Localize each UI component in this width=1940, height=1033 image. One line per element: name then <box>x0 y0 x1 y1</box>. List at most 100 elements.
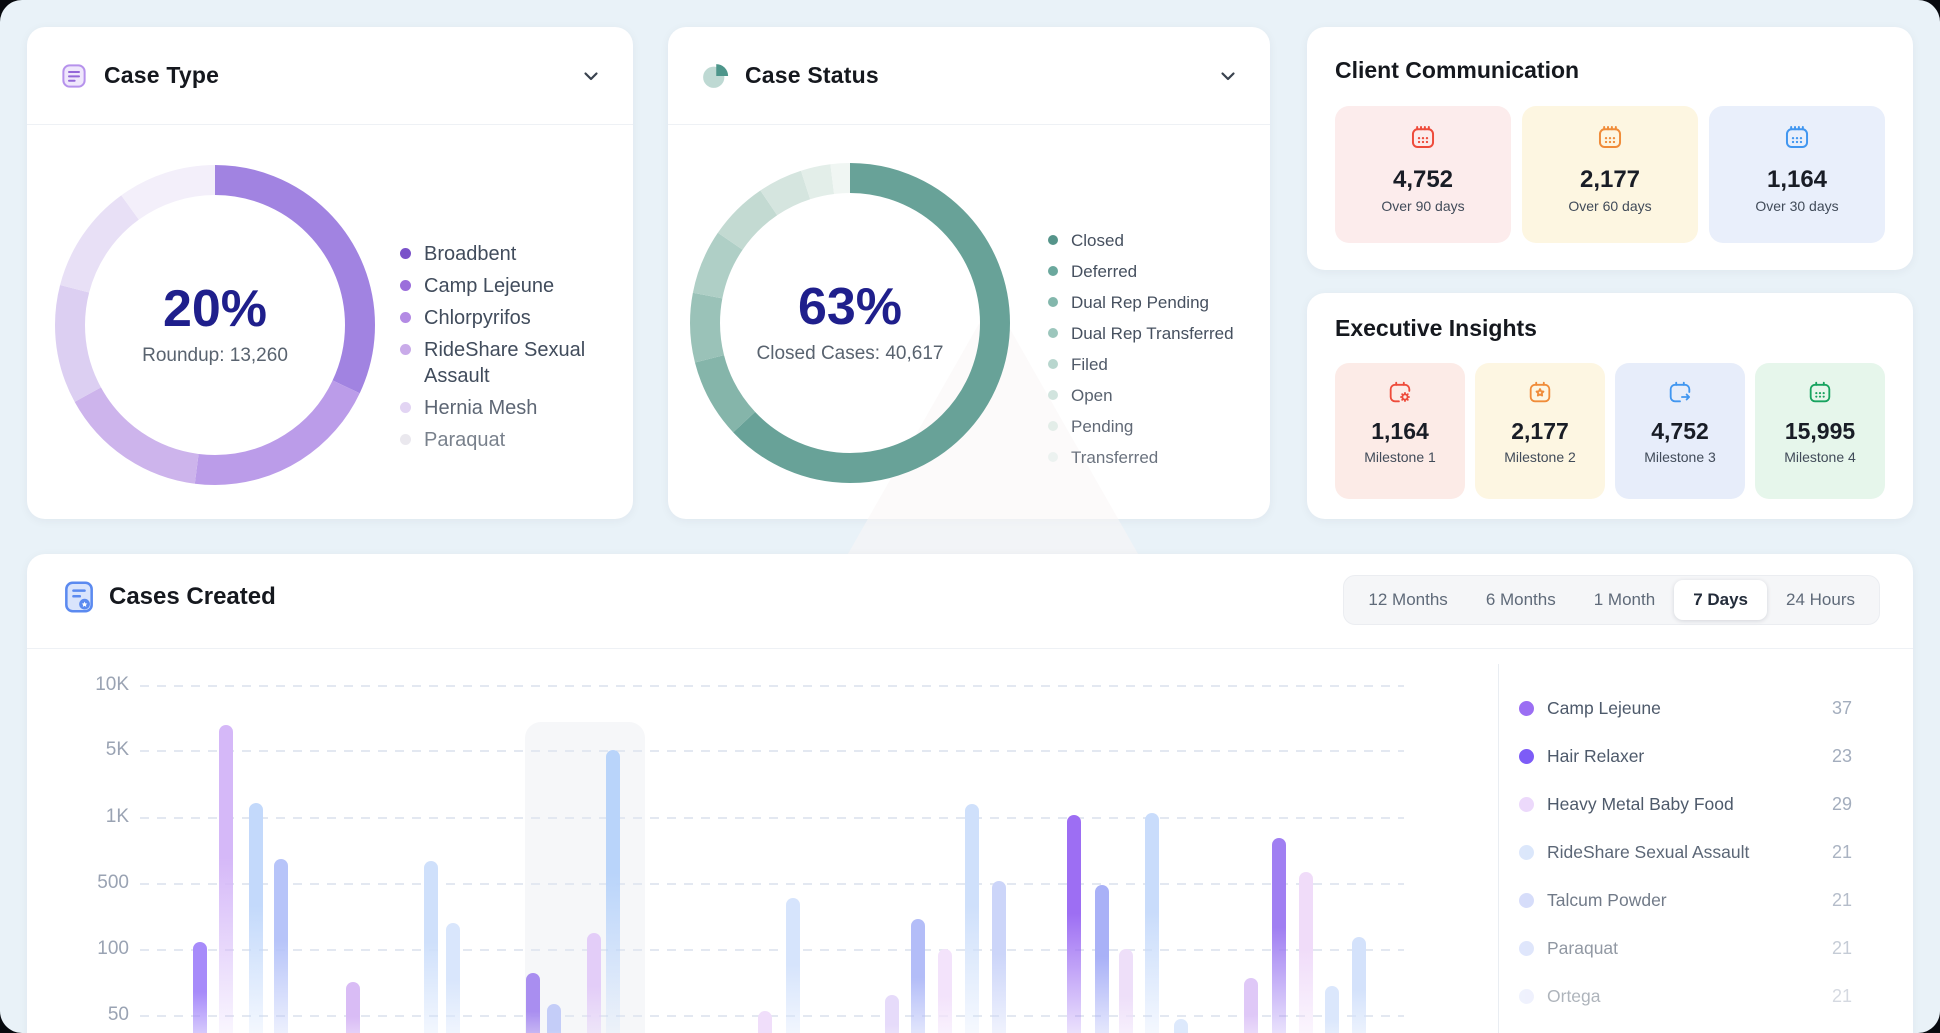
cases-created-legend: Camp Lejeune 37 Hair Relaxer 23 Heavy Me… <box>1519 684 1852 1020</box>
bar <box>446 923 460 1033</box>
legend-dot <box>1048 359 1058 369</box>
legend-item: Filed <box>1048 353 1258 376</box>
legend-item: Dual Rep Pending <box>1048 291 1258 314</box>
legend-item: RideShare Sexual Assault <box>400 337 628 389</box>
legend-dot <box>1048 235 1058 245</box>
case-type-dropdown-chevron-icon[interactable] <box>579 64 603 88</box>
legend-count: 37 <box>1832 698 1852 719</box>
bar <box>1095 885 1109 1033</box>
case-status-donut-center: 63% Closed Cases: 40,617 <box>675 148 1025 498</box>
legend-item: Closed <box>1048 229 1258 252</box>
case-status-sublabel: Closed Cases: 40,617 <box>757 343 944 365</box>
bar <box>786 898 800 1033</box>
case-type-title: Case Type <box>104 62 219 89</box>
stat-label: Over 90 days <box>1381 198 1464 214</box>
gridline <box>140 949 1404 951</box>
bar <box>938 949 952 1033</box>
legend-label: Transferred <box>1071 446 1158 469</box>
executive-insights-tiles: 1,164 Milestone 1 2,177 Milestone 2 4,75… <box>1335 363 1885 499</box>
legend-count: 21 <box>1832 890 1852 911</box>
legend-dot <box>1519 941 1534 956</box>
legend-label: Hernia Mesh <box>424 395 537 421</box>
stat-tile: 2,177 Milestone 2 <box>1475 363 1605 499</box>
case-status-percent: 63% <box>798 281 902 333</box>
gridline <box>140 817 1404 819</box>
case-status-legend: Closed Deferred Dual Rep Pending Dual Re… <box>1048 229 1258 469</box>
legend-label: Dual Rep Pending <box>1071 291 1209 314</box>
legend-label: Camp Lejeune <box>1547 698 1661 719</box>
case-status-card: Case Status 63% Closed Cases: 40,617 Clo… <box>668 27 1270 519</box>
executive-insights-title: Executive Insights <box>1335 315 1537 342</box>
bar <box>1299 872 1313 1033</box>
legend-dot <box>1519 797 1534 812</box>
cases-created-card: Cases Created 12 Months 6 Months 1 Month… <box>27 554 1913 1033</box>
stat-tile: 1,164 Milestone 1 <box>1335 363 1465 499</box>
legend-row[interactable]: RideShare Sexual Assault 21 <box>1519 828 1852 876</box>
bar <box>547 1004 561 1033</box>
pie-icon <box>700 61 730 91</box>
bar <box>587 933 601 1033</box>
legend-label: Paraquat <box>1547 938 1618 959</box>
legend-dot <box>1048 390 1058 400</box>
legend-dot <box>1048 266 1058 276</box>
bar <box>606 750 620 1033</box>
legend-label: Hair Relaxer <box>1547 746 1644 767</box>
legend-label: RideShare Sexual Assault <box>1547 842 1749 863</box>
legend-row[interactable]: Ortega 21 <box>1519 972 1852 1020</box>
legend-item: Deferred <box>1048 260 1258 283</box>
bar <box>1119 949 1133 1033</box>
legend-count: 21 <box>1832 938 1852 959</box>
legend-item: Open <box>1048 384 1258 407</box>
legend-label: Chlorpyrifos <box>424 305 531 331</box>
legend-dot <box>400 344 411 355</box>
stat-label: Milestone 3 <box>1644 449 1716 465</box>
bar <box>758 1011 772 1033</box>
case-type-donut-center: 20% Roundup: 13,260 <box>40 150 390 500</box>
stat-label: Milestone 2 <box>1504 449 1576 465</box>
legend-count: 23 <box>1832 746 1852 767</box>
stat-value: 1,164 <box>1767 166 1827 194</box>
calendar-icon <box>1783 123 1811 151</box>
stat-label: Milestone 4 <box>1784 449 1856 465</box>
executive-insights-card: Executive Insights 1,164 Milestone 1 2,1… <box>1307 293 1913 519</box>
bar <box>1244 978 1258 1033</box>
y-axis-tick-label: 50 <box>47 1004 129 1026</box>
legend-item: Pending <box>1048 415 1258 438</box>
bar <box>526 973 540 1033</box>
legend-row[interactable]: Camp Lejeune 37 <box>1519 684 1852 732</box>
legend-count: 21 <box>1832 986 1852 1007</box>
milestone-icon <box>1667 379 1693 405</box>
legend-row[interactable]: Hair Relaxer 23 <box>1519 732 1852 780</box>
legend-label: RideShare Sexual Assault <box>424 337 628 389</box>
case-status-header: Case Status <box>668 27 1270 125</box>
case-type-percent: 20% <box>163 283 267 335</box>
legend-count: 21 <box>1832 842 1852 863</box>
stat-label: Over 60 days <box>1568 198 1651 214</box>
legend-row[interactable]: Talcum Powder 21 <box>1519 876 1852 924</box>
stat-tile: 1,164 Over 30 days <box>1709 106 1885 243</box>
y-axis-tick-label: 500 <box>47 872 129 894</box>
legend-label: Heavy Metal Baby Food <box>1547 794 1734 815</box>
stat-label: Milestone 1 <box>1364 449 1436 465</box>
legend-label: Paraquat <box>424 427 505 453</box>
legend-label: Camp Lejeune <box>424 273 554 299</box>
bar <box>911 919 925 1033</box>
bar <box>424 861 438 1033</box>
legend-dot <box>400 248 411 259</box>
legend-item: Broadbent <box>400 241 628 267</box>
notes-icon <box>59 61 89 91</box>
legend-item: Dual Rep Transferred <box>1048 322 1258 345</box>
bar <box>274 859 288 1033</box>
stat-value: 1,164 <box>1371 418 1429 445</box>
legend-item: Chlorpyrifos <box>400 305 628 331</box>
legend-row[interactable]: Heavy Metal Baby Food 29 <box>1519 780 1852 828</box>
milestone-icon <box>1807 379 1833 405</box>
legend-row[interactable]: Paraquat 21 <box>1519 924 1852 972</box>
legend-count: 29 <box>1832 794 1852 815</box>
legend-dot <box>1048 421 1058 431</box>
case-status-dropdown-chevron-icon[interactable] <box>1216 64 1240 88</box>
stat-tile: 15,995 Milestone 4 <box>1755 363 1885 499</box>
legend-dot <box>1048 328 1058 338</box>
case-type-header: Case Type <box>27 27 633 125</box>
gridline <box>140 1015 1404 1017</box>
